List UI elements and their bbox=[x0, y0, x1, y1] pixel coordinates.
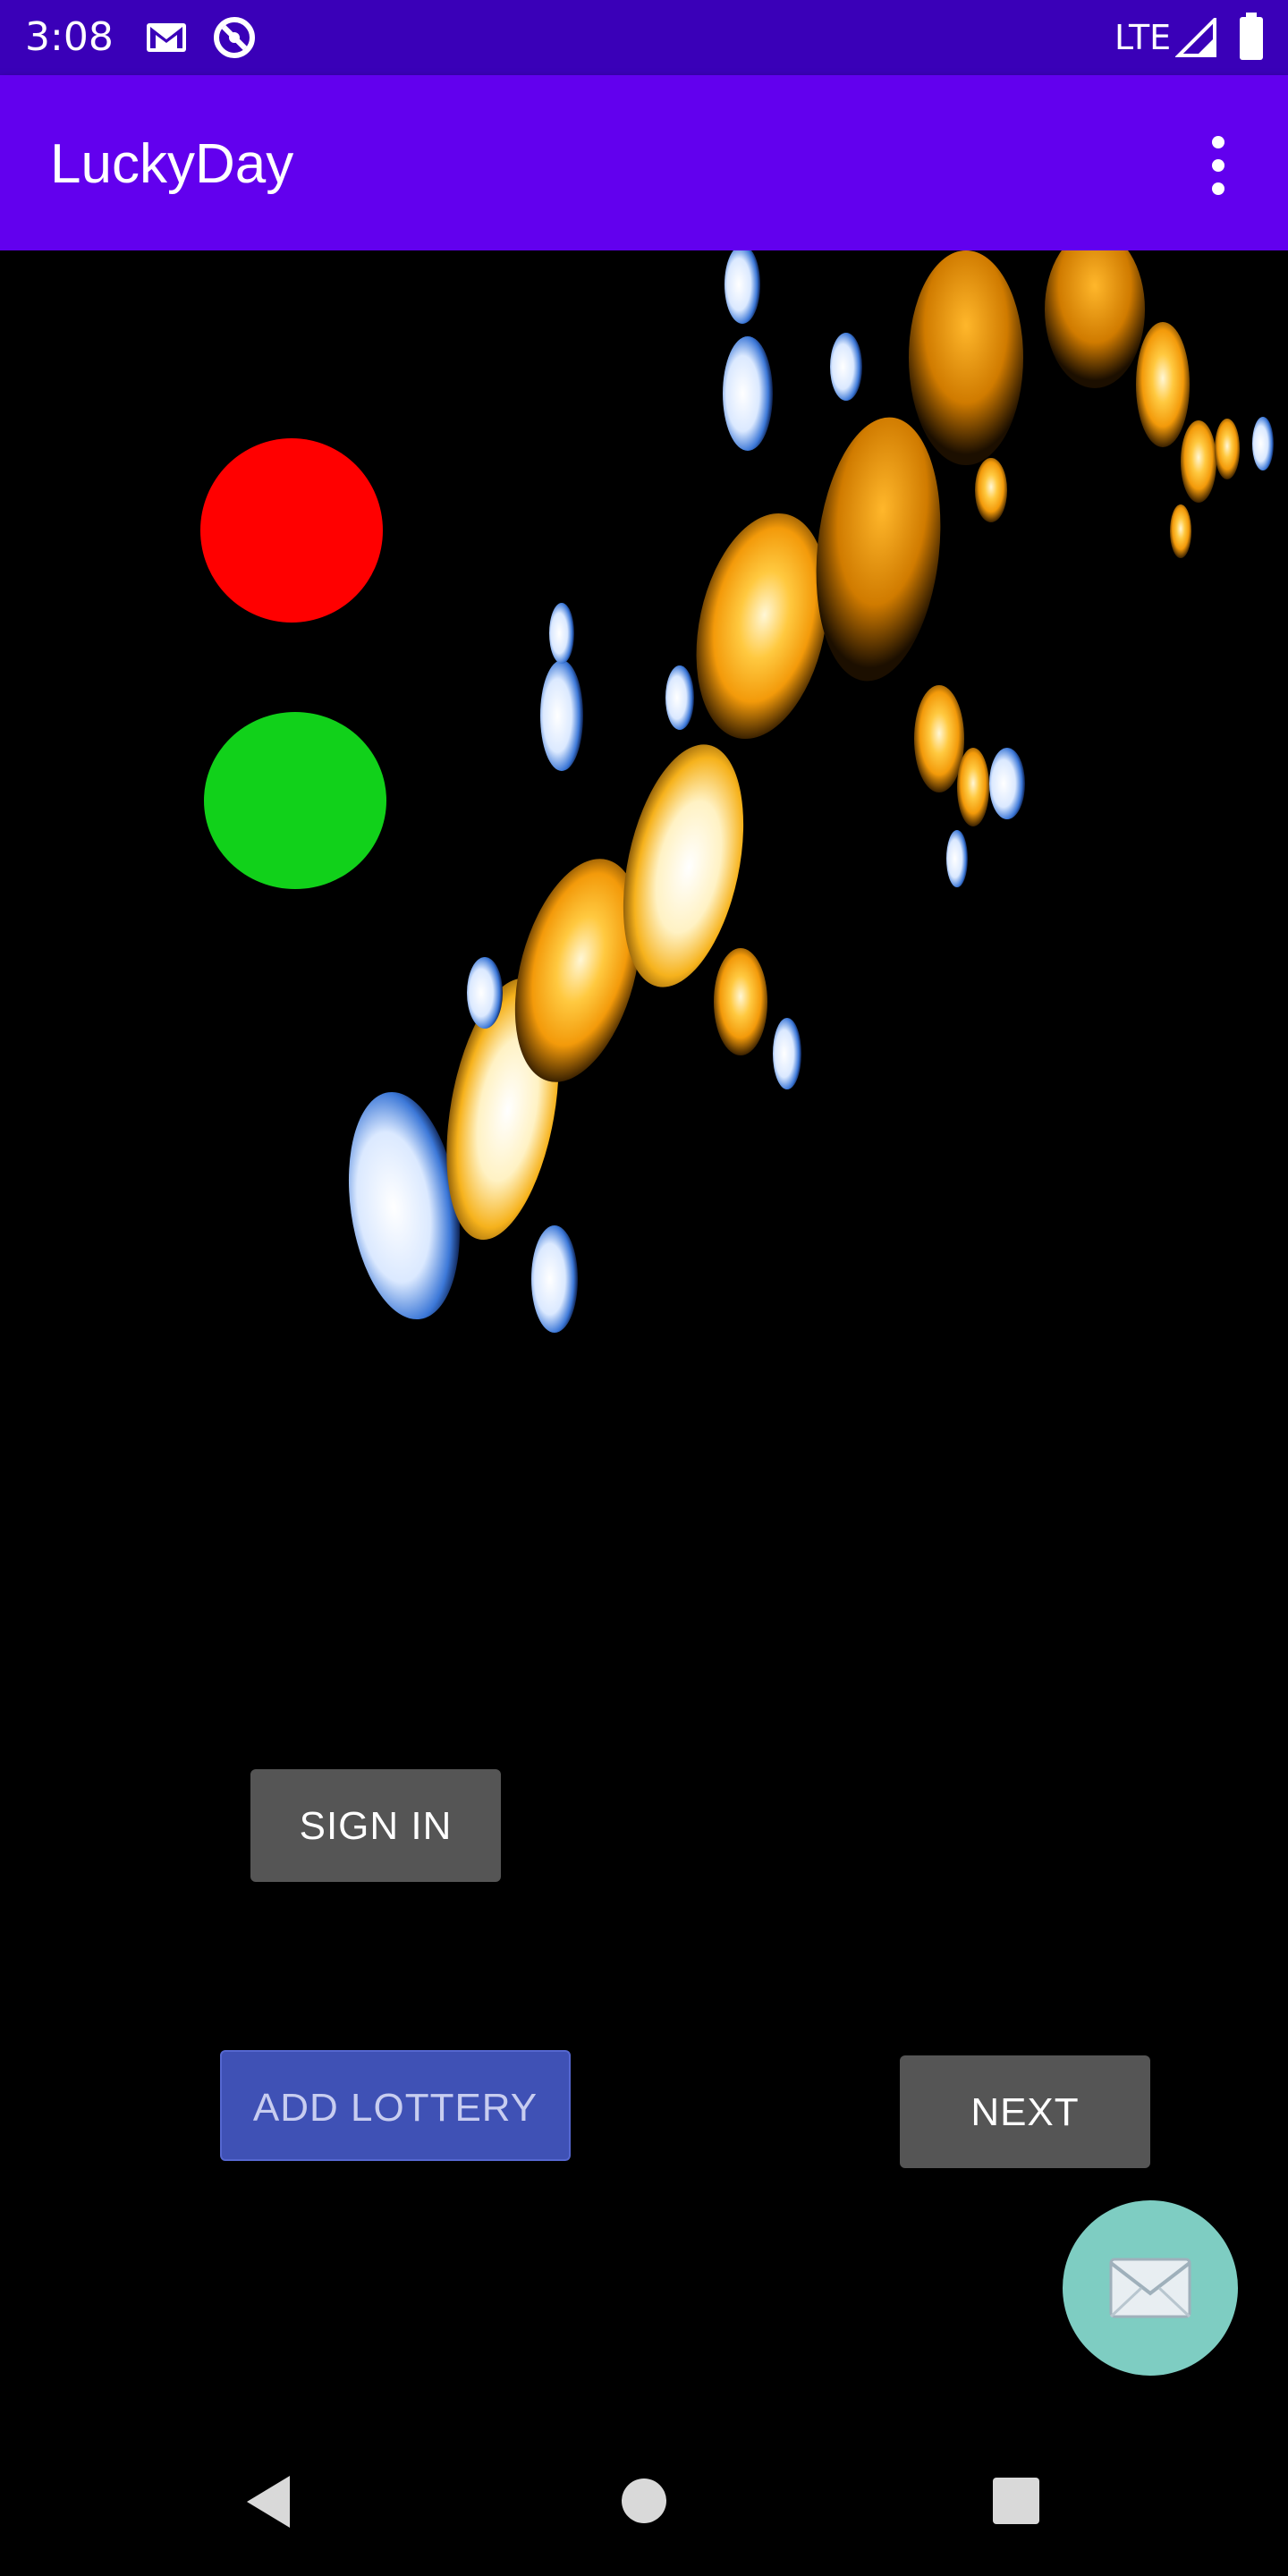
next-button[interactable]: NEXT bbox=[900, 2055, 1150, 2168]
app-title: LuckyDay bbox=[50, 133, 294, 195]
navigation-bar bbox=[0, 2415, 1288, 2576]
green-indicator bbox=[204, 712, 386, 889]
sync-icon bbox=[211, 14, 258, 64]
home-icon[interactable] bbox=[621, 2478, 667, 2528]
email-icon bbox=[1107, 2254, 1193, 2326]
signal-icon bbox=[1174, 15, 1218, 61]
status-bar: 3:08 LTE bbox=[0, 0, 1288, 75]
red-indicator bbox=[200, 438, 383, 623]
battery-icon bbox=[1238, 13, 1265, 64]
email-fab-button[interactable] bbox=[1063, 2200, 1238, 2376]
add-lottery-button[interactable]: ADD LOTTERY bbox=[220, 2050, 571, 2161]
app-bar: LuckyDay bbox=[0, 75, 1288, 250]
status-time: 3:08 bbox=[25, 14, 114, 60]
main-content: SIGN IN ADD LOTTERY NEXT bbox=[0, 250, 1288, 2415]
more-vert-icon[interactable] bbox=[1199, 134, 1238, 197]
back-icon[interactable] bbox=[243, 2474, 293, 2533]
sign-in-button[interactable]: SIGN IN bbox=[250, 1769, 501, 1882]
network-type: LTE bbox=[1114, 18, 1172, 57]
fractal-image bbox=[348, 250, 1274, 1333]
gmail-icon bbox=[145, 20, 188, 59]
recents-icon[interactable] bbox=[993, 2478, 1039, 2528]
